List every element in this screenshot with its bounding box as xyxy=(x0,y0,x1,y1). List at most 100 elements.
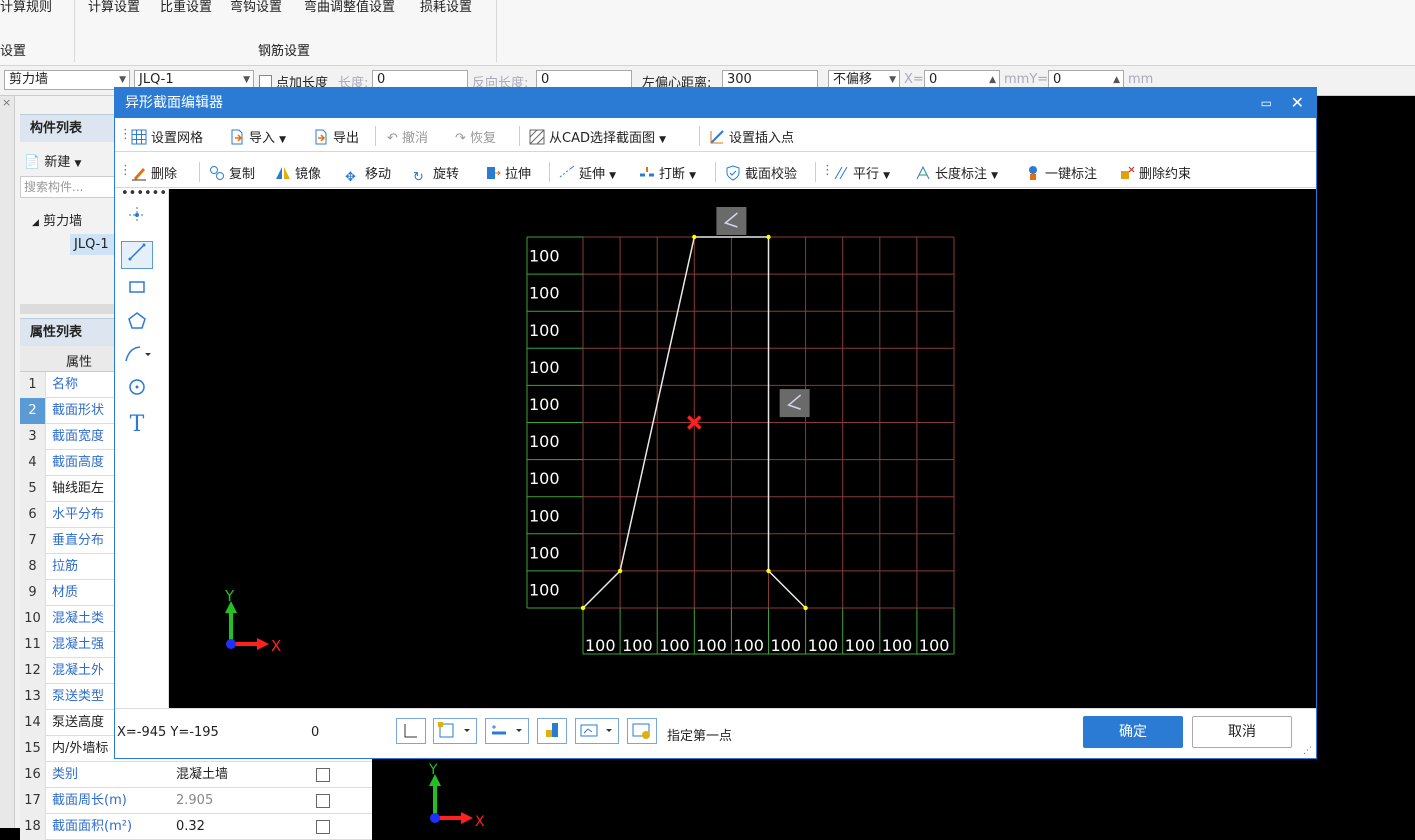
reverse-length-value: 0 xyxy=(541,72,550,87)
maximize-icon[interactable]: ▭ xyxy=(1261,88,1272,118)
section-shape[interactable] xyxy=(580,207,810,611)
parallel-button[interactable]: 平行 ▼ xyxy=(833,163,890,182)
new-component-button[interactable]: 📄 新建 ▼ xyxy=(24,151,81,170)
close-icon[interactable]: × xyxy=(2,96,11,109)
extend-label: 延伸 xyxy=(579,167,606,182)
ribbon: 计算规则 计算设置 比重设置 弯钩设置 弯曲调整值设置 损耗设置 设置 钢筋设置 xyxy=(0,0,1415,66)
arc-tool[interactable] xyxy=(121,344,153,372)
import-icon xyxy=(229,129,245,145)
chevron-down-icon[interactable]: ▼ xyxy=(883,171,890,181)
chevron-down-icon[interactable]: ▼ xyxy=(659,135,666,145)
undo-label: 撤消 xyxy=(402,131,429,146)
chevron-down-icon[interactable]: ▼ xyxy=(279,135,286,145)
copy-button[interactable]: 复制 xyxy=(209,163,255,182)
hint-toggle[interactable] xyxy=(627,718,657,744)
component-type-select[interactable]: 剪力墙 ▼ xyxy=(4,70,130,90)
cancel-button[interactable]: 取消 xyxy=(1192,716,1292,748)
move-button[interactable]: ✥ 移动 xyxy=(345,163,391,186)
background-axis-icon: Y X xyxy=(428,762,485,828)
unit-label: mm xyxy=(1128,72,1154,87)
angle-readout: 0 xyxy=(311,725,320,740)
close-icon[interactable]: ✕ xyxy=(1291,88,1304,118)
delete-constraint-icon xyxy=(1119,165,1135,181)
ortho-toggle[interactable] xyxy=(396,718,426,744)
property-value[interactable]: 2.905 xyxy=(176,788,213,814)
property-row[interactable]: 18 截面面积(m²) 0.32 xyxy=(20,814,372,840)
col-dim-label: 100 xyxy=(585,636,616,655)
circle-tool[interactable] xyxy=(121,377,153,405)
stretch-label: 拉伸 xyxy=(505,167,532,182)
property-col-header: 属性 xyxy=(66,355,93,370)
polygon-tool[interactable] xyxy=(121,311,153,339)
grid-labels: 100 100 100 100 100 100 100 100 100 100 100 100 100 1… xyxy=(529,247,949,655)
property-checkbox[interactable] xyxy=(316,820,330,834)
ok-button[interactable]: 确定 xyxy=(1083,716,1183,748)
loss-settings-button[interactable]: 损耗设置 xyxy=(420,0,472,15)
delete-button[interactable]: 删除 xyxy=(131,163,177,182)
dialog-titlebar[interactable]: 异形截面编辑器 ▭ ✕ xyxy=(115,88,1316,118)
chevron-down-icon[interactable]: ▼ xyxy=(689,171,696,181)
property-list-title[interactable]: 属性列表 xyxy=(20,318,115,346)
property-value[interactable]: 0.32 xyxy=(176,814,205,840)
tree-item-shear-wall[interactable]: ◢ 剪力墙 xyxy=(32,210,82,229)
property-row[interactable]: 17 截面周长(m) 2.905 xyxy=(20,788,372,814)
property-row[interactable]: 16 类别 混凝土墙 xyxy=(20,762,372,788)
chevron-down-icon[interactable]: ▼ xyxy=(609,171,616,181)
from-cad-button[interactable]: 从CAD选择截面图 ▼ xyxy=(529,127,666,146)
bg-axis-x-label: X xyxy=(475,814,485,828)
undo-button[interactable]: ↶ 撤消 xyxy=(387,127,428,146)
calc-settings-button[interactable]: 计算设置 xyxy=(88,0,140,15)
component-list-title[interactable]: 构件列表 xyxy=(20,114,115,142)
set-insert-point-button[interactable]: 设置插入点 xyxy=(709,127,794,146)
row-number: 6 xyxy=(20,502,46,528)
text-tool[interactable]: T xyxy=(121,411,153,439)
section-check-button[interactable]: 截面校验 xyxy=(725,163,797,182)
canvas-svg[interactable]: 100 100 100 100 100 100 100 100 100 100 100 100 100 1… xyxy=(169,189,1316,708)
weight-settings-button[interactable]: 比重设置 xyxy=(160,0,212,15)
snap-point-toggle[interactable] xyxy=(537,718,567,744)
property-checkbox[interactable] xyxy=(316,794,330,808)
length-dim-button[interactable]: 长度标注 ▼ xyxy=(915,163,998,182)
property-checkbox[interactable] xyxy=(316,768,330,782)
line-tool[interactable] xyxy=(121,241,153,269)
tree-item-jlq1[interactable]: JLQ-1 xyxy=(70,234,115,255)
export-icon xyxy=(313,129,329,145)
drawing-canvas[interactable]: 100 100 100 100 100 100 100 100 100 100 100 100 100 1… xyxy=(169,189,1316,708)
set-grid-button[interactable]: 设置网格 xyxy=(131,127,203,146)
bend-adjust-button[interactable]: 弯曲调整值设置 xyxy=(304,0,395,15)
component-search-input[interactable]: 搜索构件... xyxy=(20,176,115,198)
grid xyxy=(526,236,955,655)
redo-button[interactable]: ↷ 恢复 xyxy=(455,127,496,146)
vertex-point xyxy=(766,568,771,574)
rotate-button[interactable]: ↻ 旋转 xyxy=(413,163,459,186)
auto-dim-button[interactable]: 一键标注 xyxy=(1025,163,1097,182)
drawing-tools: •••••••• T xyxy=(115,187,182,708)
left-offset-value: 300 xyxy=(727,72,752,87)
collapse-icon[interactable]: ◢ xyxy=(32,218,39,228)
resize-grip-icon[interactable]: ⋰ xyxy=(1303,746,1312,756)
mirror-button[interactable]: 镜像 xyxy=(275,163,321,182)
vertex-point xyxy=(580,605,586,611)
snap-select[interactable] xyxy=(433,718,477,744)
extend-icon xyxy=(559,165,575,181)
rectangle-tool[interactable] xyxy=(121,277,153,305)
extend-button[interactable]: 延伸 ▼ xyxy=(559,163,616,182)
point-tool[interactable] xyxy=(121,205,153,233)
export-button[interactable]: 导出 xyxy=(313,127,359,146)
panel-splitter[interactable] xyxy=(20,304,115,314)
chevron-down-icon[interactable]: ▼ xyxy=(991,171,998,181)
property-value[interactable]: 混凝土墙 xyxy=(176,762,228,788)
dim-select[interactable] xyxy=(485,718,529,744)
component-name-value: JLQ-1 xyxy=(139,72,174,87)
col-dim-label: 100 xyxy=(919,636,950,655)
hook-settings-button[interactable]: 弯钩设置 xyxy=(230,0,282,15)
break-button[interactable]: 打断 ▼ xyxy=(639,163,696,182)
delete-constraint-button[interactable]: 删除约束 xyxy=(1119,163,1191,182)
stretch-button[interactable]: 拉伸 xyxy=(485,163,531,182)
import-button[interactable]: 导入 ▼ xyxy=(229,127,286,146)
display-select[interactable] xyxy=(575,718,619,744)
col-dim-label: 100 xyxy=(696,636,727,655)
snap-icon xyxy=(438,722,470,738)
calc-rules-button[interactable]: 计算规则 xyxy=(0,0,52,15)
delete-label: 删除 xyxy=(151,167,178,182)
